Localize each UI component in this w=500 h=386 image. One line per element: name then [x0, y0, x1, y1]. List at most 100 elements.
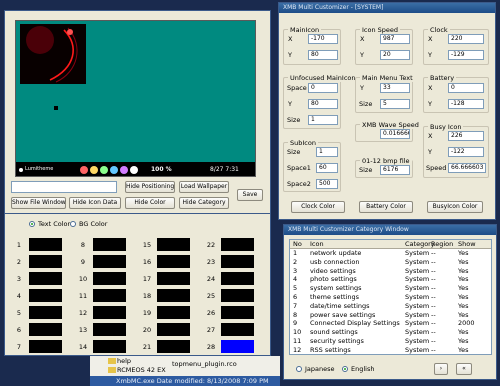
color-swatch[interactable]: [157, 306, 190, 319]
table-row[interactable]: 8 power save settings System -- Yes: [290, 312, 488, 319]
japanese-radio[interactable]: [296, 366, 302, 372]
status-strip: XmbMC.exe Date modified: 8/13/2008 7:09 …: [90, 376, 280, 386]
table-row[interactable]: 11 security settings System -- Yes: [290, 338, 488, 345]
mainicon-x-field[interactable]: -170: [308, 34, 338, 44]
color-swatch[interactable]: [93, 340, 126, 353]
icon-speed-x-field[interactable]: 987: [380, 34, 410, 44]
table-row[interactable]: 5 system settings System -- Yes: [290, 285, 488, 292]
table-row[interactable]: 7 date/time settings System -- Yes: [290, 303, 488, 310]
next-button[interactable]: ›: [434, 363, 448, 375]
table-row[interactable]: 6 theme settings System -- Yes: [290, 294, 488, 301]
table-row[interactable]: 2 usb connection System -- Yes: [290, 259, 488, 266]
color-swatch[interactable]: [157, 323, 190, 336]
table-row[interactable]: 9 Connected Display Settings System -- 2000: [290, 320, 488, 327]
busy-icon-color-button[interactable]: BusyIcon Color: [427, 201, 483, 213]
clock-x-field[interactable]: 220: [448, 34, 484, 44]
hide-positioning-button[interactable]: Hide Positioning: [125, 181, 175, 193]
hide-icon-data-button[interactable]: Hide Icon Data: [69, 197, 121, 209]
busy-icon-x-field[interactable]: 226: [448, 131, 484, 141]
save-button[interactable]: Save: [237, 189, 263, 201]
row-no: 7: [293, 302, 298, 310]
color-swatch[interactable]: [221, 323, 254, 336]
color-swatch[interactable]: [157, 340, 190, 353]
battery-y-field[interactable]: -128: [448, 99, 484, 109]
bmp-size-field[interactable]: 6176: [380, 165, 410, 175]
color-swatch[interactable]: [221, 340, 254, 353]
color-swatch[interactable]: [221, 306, 254, 319]
color-swatch[interactable]: [29, 238, 62, 251]
battery-color-button[interactable]: Battery Color: [359, 201, 413, 213]
table-row[interactable]: 3 video settings System -- Yes: [290, 268, 488, 275]
busy-icon-y-field[interactable]: -122: [448, 147, 484, 157]
color-swatch[interactable]: [157, 289, 190, 302]
color-swatch[interactable]: [29, 306, 62, 319]
color-swatch[interactable]: [29, 340, 62, 353]
color-swatch[interactable]: [157, 255, 190, 268]
row-region: --: [431, 250, 436, 257]
mainicon-y-field[interactable]: 80: [308, 50, 338, 60]
color-cell-number: 19: [142, 309, 152, 317]
col-icon[interactable]: Icon: [310, 240, 324, 248]
color-swatch[interactable]: [29, 323, 62, 336]
col-no[interactable]: No: [293, 240, 302, 248]
color-swatch[interactable]: [157, 238, 190, 251]
mainicon-x-label: X: [288, 35, 293, 43]
color-swatch[interactable]: [221, 238, 254, 251]
back-button[interactable]: «: [456, 363, 472, 375]
row-icon: security settings: [310, 338, 364, 345]
table-row[interactable]: 4 photo settings System -- Yes: [290, 276, 488, 283]
battery-x-field[interactable]: 0: [448, 83, 484, 93]
wave-speed-field[interactable]: 0.0166666: [380, 129, 410, 139]
bg-color-radio[interactable]: [70, 221, 76, 227]
color-swatch[interactable]: [93, 272, 126, 285]
clock-color-button[interactable]: Clock Color: [291, 201, 345, 213]
color-swatch[interactable]: [221, 272, 254, 285]
color-swatch[interactable]: [93, 306, 126, 319]
color-swatch[interactable]: [29, 272, 62, 285]
color-swatch[interactable]: [93, 238, 126, 251]
color-cell-number: 12: [78, 309, 88, 317]
col-region[interactable]: Region: [431, 240, 453, 248]
hide-color-button[interactable]: Hide Color: [125, 197, 175, 209]
color-swatch[interactable]: [221, 255, 254, 268]
color-swatch[interactable]: [93, 255, 126, 268]
english-radio[interactable]: [342, 366, 348, 372]
hide-category-button[interactable]: Hide Category: [179, 197, 229, 209]
row-icon: video settings: [310, 267, 356, 275]
help-item[interactable]: help: [117, 357, 131, 365]
unfocused-y-field[interactable]: 80: [308, 99, 338, 109]
color-swatch[interactable]: [157, 272, 190, 285]
col-show[interactable]: Show: [458, 240, 476, 248]
color-swatch[interactable]: [29, 255, 62, 268]
table-row[interactable]: 12 RSS settings System -- Yes: [290, 347, 488, 354]
icon-marker[interactable]: [54, 106, 58, 110]
color-swatch[interactable]: [93, 289, 126, 302]
clock-y-field[interactable]: -129: [448, 50, 484, 60]
table-row[interactable]: 1 network update System -- Yes: [290, 250, 488, 257]
row-icon: RSS settings: [310, 346, 351, 354]
color-swatch[interactable]: [29, 289, 62, 302]
english-label: English: [351, 365, 375, 373]
icon-speed-y-field[interactable]: 20: [380, 50, 410, 60]
row-no: 9: [293, 320, 298, 328]
menu-text-size-field[interactable]: 5: [380, 99, 410, 109]
busy-icon-speed-field[interactable]: 66.666603: [448, 163, 486, 173]
row-no: 4: [293, 276, 298, 284]
text-color-radio[interactable]: [29, 221, 35, 227]
table-row[interactable]: 10 sound settings System -- Yes: [290, 329, 488, 336]
subicon-size-field[interactable]: 1: [316, 147, 338, 157]
show-file-window-button[interactable]: Show File Window: [11, 197, 66, 209]
color-swatch[interactable]: [93, 323, 126, 336]
plugin-file-item[interactable]: topmenu_plugin.rco: [172, 360, 237, 368]
menu-text-y-field[interactable]: 33: [380, 83, 410, 93]
subicon-space1-field[interactable]: 60: [316, 163, 338, 173]
subicon-space2-field[interactable]: 500: [316, 179, 338, 189]
unfocused-size-field[interactable]: 1: [308, 115, 338, 125]
unfocused-space-field[interactable]: 0: [308, 83, 338, 93]
color-cell-number: 3: [16, 275, 22, 283]
path-field[interactable]: [11, 181, 117, 193]
load-wallpaper-button[interactable]: Load Wallpaper: [179, 181, 229, 193]
row-icon: power save settings: [310, 311, 376, 319]
color-swatch[interactable]: [221, 289, 254, 302]
folder-item[interactable]: RCMEOS 42 EX: [117, 366, 166, 374]
